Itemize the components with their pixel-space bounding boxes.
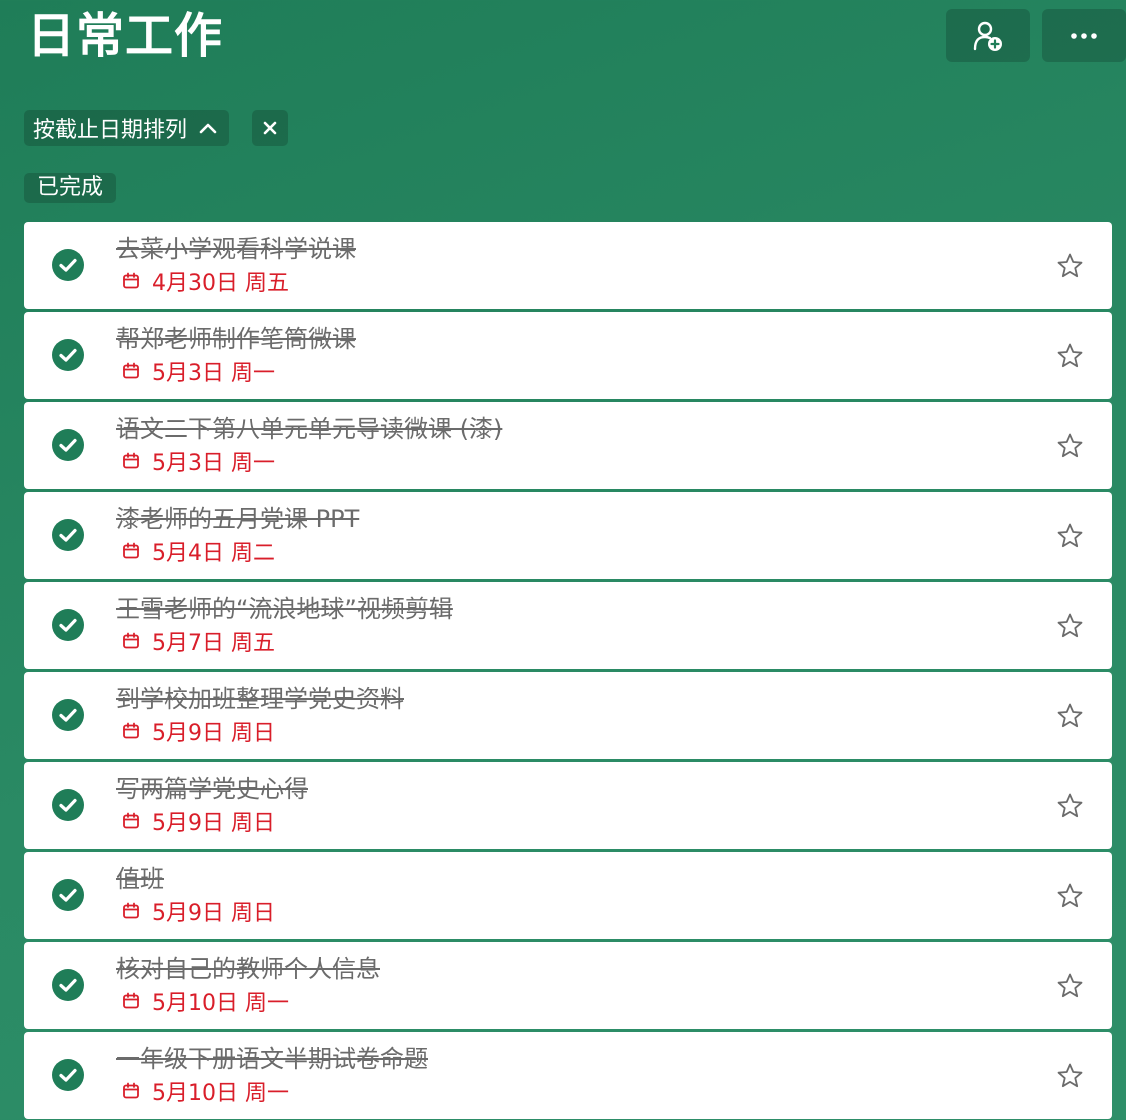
due-date-text: 5月9日 周日 <box>152 901 275 926</box>
task-due-date: 5月3日 周一 <box>122 356 275 386</box>
task-title[interactable]: 一年级下册语文半期试卷命题 <box>116 1043 428 1075</box>
star-icon[interactable] <box>1056 522 1084 550</box>
task-row[interactable]: 漆老师的五月党课 PPT 5月4日 周二 <box>24 492 1112 579</box>
completed-check-icon[interactable] <box>52 249 84 281</box>
completed-check-icon[interactable] <box>52 699 84 731</box>
completed-check-icon[interactable] <box>52 519 84 551</box>
due-date-text: 5月10日 周一 <box>152 991 289 1016</box>
task-title[interactable]: 值班 <box>116 863 164 895</box>
star-icon[interactable] <box>1056 702 1084 730</box>
star-icon[interactable] <box>1056 972 1084 1000</box>
calendar-icon <box>122 722 140 740</box>
close-icon <box>263 121 277 135</box>
star-icon[interactable] <box>1056 1062 1084 1090</box>
task-due-date: 5月9日 周日 <box>122 896 275 926</box>
person-add-icon <box>973 21 1002 51</box>
task-row[interactable]: 一年级下册语文半期试卷命题 5月10日 周一 <box>24 1032 1112 1119</box>
due-date-text: 5月9日 周日 <box>152 721 275 746</box>
task-due-date: 5月7日 周五 <box>122 626 275 656</box>
task-due-date: 5月9日 周日 <box>122 806 275 836</box>
chevron-up-icon[interactable] <box>199 122 217 134</box>
calendar-icon <box>122 1082 140 1100</box>
task-due-date: 5月9日 周日 <box>122 716 275 746</box>
completed-check-icon[interactable] <box>52 969 84 1001</box>
calendar-icon <box>122 452 140 470</box>
task-title[interactable]: 写两篇学党史心得 <box>116 773 308 805</box>
task-row[interactable]: 值班 5月9日 周日 <box>24 852 1112 939</box>
task-row[interactable]: 写两篇学党史心得 5月9日 周日 <box>24 762 1112 849</box>
sort-label: 按截止日期排列 <box>33 118 188 143</box>
calendar-icon <box>122 992 140 1010</box>
due-date-text: 5月10日 周一 <box>152 1081 289 1106</box>
task-title[interactable]: 去菜小学观看科学说课 <box>116 233 356 265</box>
calendar-icon <box>122 902 140 920</box>
star-icon[interactable] <box>1056 252 1084 280</box>
task-title[interactable]: 王雪老师的“流浪地球”视频剪辑 <box>116 593 453 625</box>
calendar-icon <box>122 542 140 560</box>
task-row[interactable]: 去菜小学观看科学说课 4月30日 周五 <box>24 222 1112 309</box>
due-date-text: 5月9日 周日 <box>152 811 275 836</box>
completed-check-icon[interactable] <box>52 789 84 821</box>
more-options-button[interactable] <box>1042 9 1126 62</box>
star-icon[interactable] <box>1056 612 1084 640</box>
completed-section-label[interactable]: 已完成 <box>24 173 117 203</box>
task-title[interactable]: 核对自己的教师个人信息 <box>116 953 380 985</box>
star-icon[interactable] <box>1056 342 1084 370</box>
task-title[interactable]: 漆老师的五月党课 PPT <box>116 503 359 535</box>
task-due-date: 5月10日 周一 <box>122 1076 289 1106</box>
calendar-icon <box>122 272 140 290</box>
completed-check-icon[interactable] <box>52 879 84 911</box>
task-title[interactable]: 帮郑老师制作笔筒微课 <box>116 323 356 355</box>
calendar-icon <box>122 812 140 830</box>
more-horizontal-icon <box>1071 32 1097 39</box>
star-icon[interactable] <box>1056 792 1084 820</box>
task-row[interactable]: 语文二下第八单元单元导读微课 (漆) 5月3日 周一 <box>24 402 1112 489</box>
task-row[interactable]: 帮郑老师制作笔筒微课 5月3日 周一 <box>24 312 1112 399</box>
completed-check-icon[interactable] <box>52 429 84 461</box>
completed-check-icon[interactable] <box>52 1059 84 1091</box>
completed-task-list: 去菜小学观看科学说课 4月30日 周五 帮郑老师制作笔筒微课 5月3日 周一 语文二下第… <box>24 222 1112 1120</box>
due-date-text: 5月7日 周五 <box>152 631 275 656</box>
due-date-text: 5月3日 周一 <box>152 361 275 386</box>
task-due-date: 5月10日 周一 <box>122 986 289 1016</box>
due-date-text: 5月3日 周一 <box>152 451 275 476</box>
completed-check-icon[interactable] <box>52 609 84 641</box>
calendar-icon <box>122 362 140 380</box>
clear-sort-button[interactable] <box>252 110 288 146</box>
share-list-button[interactable] <box>946 9 1030 62</box>
task-title[interactable]: 到学校加班整理学党史资料 <box>116 683 404 715</box>
star-icon[interactable] <box>1056 432 1084 460</box>
task-due-date: 5月3日 周一 <box>122 446 275 476</box>
list-title: 日常工作 <box>27 8 224 64</box>
task-title[interactable]: 语文二下第八单元单元导读微课 (漆) <box>116 413 502 445</box>
task-row[interactable]: 到学校加班整理学党史资料 5月9日 周日 <box>24 672 1112 759</box>
task-due-date: 5月4日 周二 <box>122 536 275 566</box>
due-date-text: 5月4日 周二 <box>152 541 275 566</box>
due-date-text: 4月30日 周五 <box>152 271 289 296</box>
completed-check-icon[interactable] <box>52 339 84 371</box>
star-icon[interactable] <box>1056 882 1084 910</box>
task-row[interactable]: 核对自己的教师个人信息 5月10日 周一 <box>24 942 1112 1029</box>
sort-by-due-date-chip[interactable]: 按截止日期排列 <box>24 110 230 146</box>
task-row[interactable]: 王雪老师的“流浪地球”视频剪辑 5月7日 周五 <box>24 582 1112 669</box>
calendar-icon <box>122 632 140 650</box>
task-due-date: 4月30日 周五 <box>122 266 289 296</box>
